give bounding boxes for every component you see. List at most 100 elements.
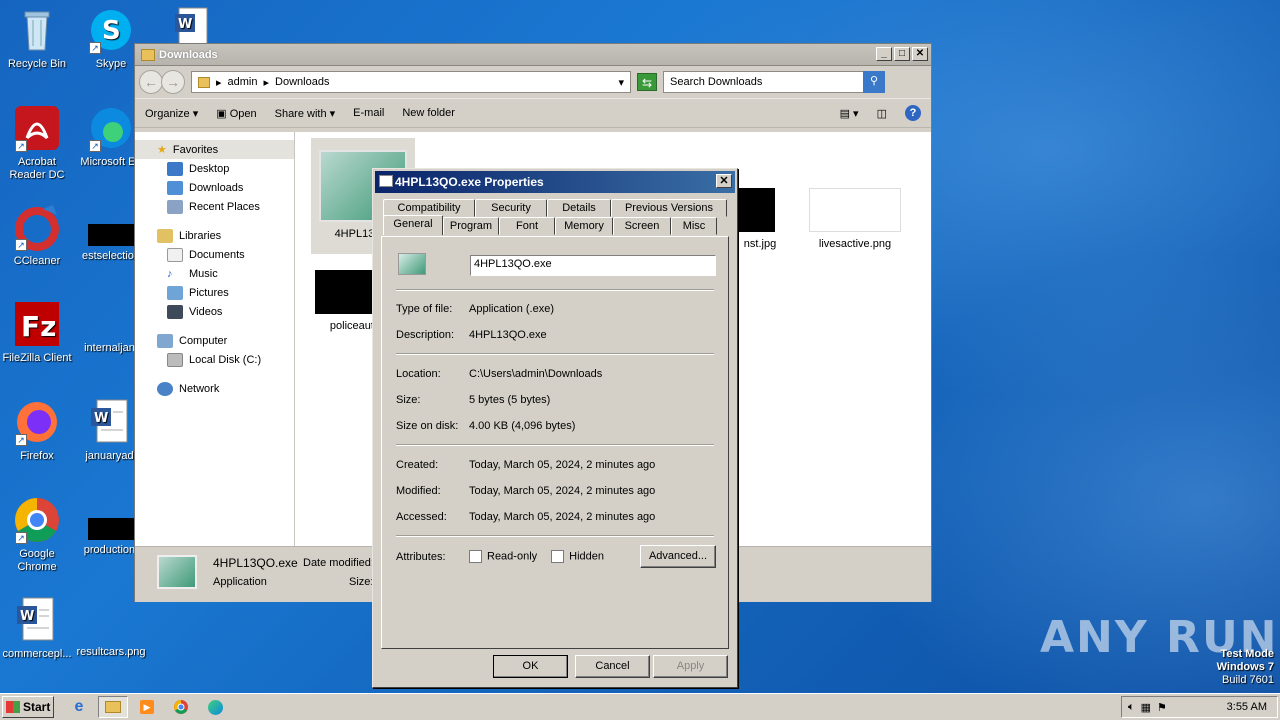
desktop-icon-ccleaner[interactable]: ↗ CCleaner <box>0 203 74 268</box>
taskbar-explorer-button[interactable] <box>98 696 128 718</box>
close-button[interactable]: ✕ <box>716 174 732 188</box>
taskbar-media-player-button[interactable]: ▶ <box>132 696 162 718</box>
tab-misc[interactable]: Misc <box>671 217 717 235</box>
nav-downloads[interactable]: Downloads <box>135 178 294 197</box>
created-row: Created: Today, March 05, 2024, 2 minutes… <box>396 459 655 471</box>
libraries-icon <box>157 228 173 243</box>
tab-memory[interactable]: Memory <box>555 217 613 235</box>
minimize-button[interactable]: _ <box>876 47 892 61</box>
nav-computer[interactable]: Computer <box>135 331 294 350</box>
desktop-icon-filezilla[interactable]: Fz FileZilla Client <box>0 300 74 365</box>
exe-file-icon <box>398 253 426 275</box>
desktop-icon-label: CCleaner <box>13 255 61 267</box>
computer-icon <box>157 333 173 348</box>
file-thumbnail <box>74 612 148 646</box>
hidden-checkbox[interactable]: Hidden <box>551 550 604 563</box>
refresh-button[interactable]: ⇆ <box>637 73 657 91</box>
chevron-down-icon[interactable]: ▾ <box>618 76 624 89</box>
forward-button[interactable]: → <box>161 70 185 94</box>
new-folder-button[interactable]: New folder <box>402 107 455 119</box>
skype-icon: S ↗ <box>87 6 135 54</box>
chrome-icon: ↗ <box>13 496 61 544</box>
filezilla-icon: Fz <box>13 300 61 348</box>
properties-titlebar[interactable]: 4HPL13QO.exe Properties ✕ <box>375 171 735 193</box>
taskbar: Start e ▶ 🔈︎ ▦ ⚑ 3:55 AM <box>0 693 1280 720</box>
tab-row-front: General Program Font Memory Screen Misc <box>383 215 717 235</box>
taskbar-ie-button[interactable]: e <box>64 696 94 718</box>
recent-places-icon <box>167 199 183 214</box>
breadcrumb-separator-icon: ▸ <box>263 76 270 89</box>
nav-pictures[interactable]: Pictures <box>135 283 294 302</box>
size-label: Size: <box>396 394 421 406</box>
breadcrumb-admin[interactable]: admin <box>228 76 258 88</box>
description-value: 4HPL13QO.exe <box>469 329 547 341</box>
nav-network[interactable]: Network <box>135 379 294 398</box>
tab-previous-versions[interactable]: Previous Versions <box>611 199 727 217</box>
desktop-icon-acrobat[interactable]: ↗ Acrobat Reader DC <box>0 104 74 182</box>
accessed-label: Accessed: <box>396 511 447 523</box>
nav-label: Favorites <box>172 143 219 156</box>
back-button[interactable]: ← <box>139 70 163 94</box>
desktop-icon-chrome[interactable]: ↗ Google Chrome <box>0 496 74 574</box>
tab-security[interactable]: Security <box>475 199 547 217</box>
filename-field[interactable]: 4HPL13QO.exe <box>470 255 716 276</box>
nav-videos[interactable]: Videos <box>135 302 294 321</box>
advanced-button[interactable]: Advanced... <box>640 545 716 568</box>
windows-logo-icon <box>6 701 20 713</box>
clock[interactable]: 3:55 AM <box>1227 701 1267 713</box>
file-item-livesactive[interactable]: livesactive.png <box>807 188 903 250</box>
preview-pane-icon[interactable]: ◫ <box>877 107 887 120</box>
details-date-label: Date modified: <box>303 557 374 569</box>
media-player-icon: ▶ <box>140 700 154 714</box>
tab-font[interactable]: Font <box>499 217 555 235</box>
cancel-button[interactable]: Cancel <box>575 655 650 678</box>
desktop-icon-label: internaljan. <box>84 342 138 354</box>
action-center-flag-icon[interactable]: ⚑ <box>1157 701 1167 714</box>
start-button[interactable]: Start <box>2 696 54 718</box>
nav-recent-places[interactable]: Recent Places <box>135 197 294 216</box>
readonly-checkbox[interactable]: Read-only <box>469 550 537 563</box>
taskbar-edge-button[interactable] <box>200 696 230 718</box>
desktop-icon-resultcars[interactable]: resultcars.png <box>74 612 148 659</box>
desktop-icon-commercepl[interactable]: W commercepl... <box>0 596 74 661</box>
nav-local-disk[interactable]: Local Disk (C:) <box>135 350 294 369</box>
explorer-titlebar[interactable]: Downloads <box>135 44 931 66</box>
desktop-icon-firefox[interactable]: ↗ Firefox <box>0 398 74 463</box>
nav-documents[interactable]: Documents <box>135 245 294 264</box>
nav-favorites[interactable]: ★ Favorites <box>135 140 294 159</box>
nav-label: Pictures <box>189 286 229 299</box>
maximize-button[interactable]: □ <box>894 47 910 61</box>
file-item-nst-jpg[interactable]: nst.jpg <box>735 188 785 250</box>
search-icon[interactable]: ⚲ <box>863 71 885 93</box>
close-button[interactable]: ✕ <box>912 47 928 61</box>
search-placeholder: Search Downloads <box>670 76 763 88</box>
nav-desktop[interactable]: Desktop <box>135 159 294 178</box>
tab-program[interactable]: Program <box>443 217 499 235</box>
nav-music[interactable]: ♪ Music <box>135 264 294 283</box>
network-tray-icon[interactable]: ▦ <box>1141 701 1151 714</box>
organize-button[interactable]: Organize ▾ <box>145 107 198 120</box>
address-bar[interactable]: ▸ admin ▸ Downloads ▾ <box>191 71 631 93</box>
desktop-icon-recycle-bin[interactable]: Recycle Bin <box>0 6 74 71</box>
breadcrumb-downloads[interactable]: Downloads <box>275 76 329 88</box>
size-on-disk-label: Size on disk: <box>396 420 459 432</box>
internet-explorer-icon: e <box>74 698 84 715</box>
share-with-button[interactable]: Share with ▾ <box>275 107 336 120</box>
size-value: 5 bytes (5 bytes) <box>469 394 551 406</box>
checkbox-box <box>469 550 482 563</box>
search-input[interactable]: Search Downloads ⚲ <box>663 71 885 93</box>
help-icon[interactable]: ? <box>905 105 921 121</box>
tab-details[interactable]: Details <box>547 199 611 217</box>
properties-dialog: 4HPL13QO.exe Properties ✕ Compatibility … <box>372 168 738 688</box>
apply-button[interactable]: Apply <box>653 655 728 678</box>
nav-libraries[interactable]: Libraries <box>135 226 294 245</box>
taskbar-chrome-button[interactable] <box>166 696 196 718</box>
open-button[interactable]: ▣ Open <box>216 107 256 120</box>
tab-screen[interactable]: Screen <box>613 217 671 235</box>
volume-icon[interactable]: 🔈︎ <box>1128 701 1135 714</box>
recycle-bin-icon <box>13 6 61 54</box>
view-options-icon[interactable]: ▤ ▾ <box>840 107 859 120</box>
tab-general[interactable]: General <box>383 215 443 235</box>
email-button[interactable]: E-mail <box>353 107 384 119</box>
ok-button[interactable]: OK <box>493 655 568 678</box>
